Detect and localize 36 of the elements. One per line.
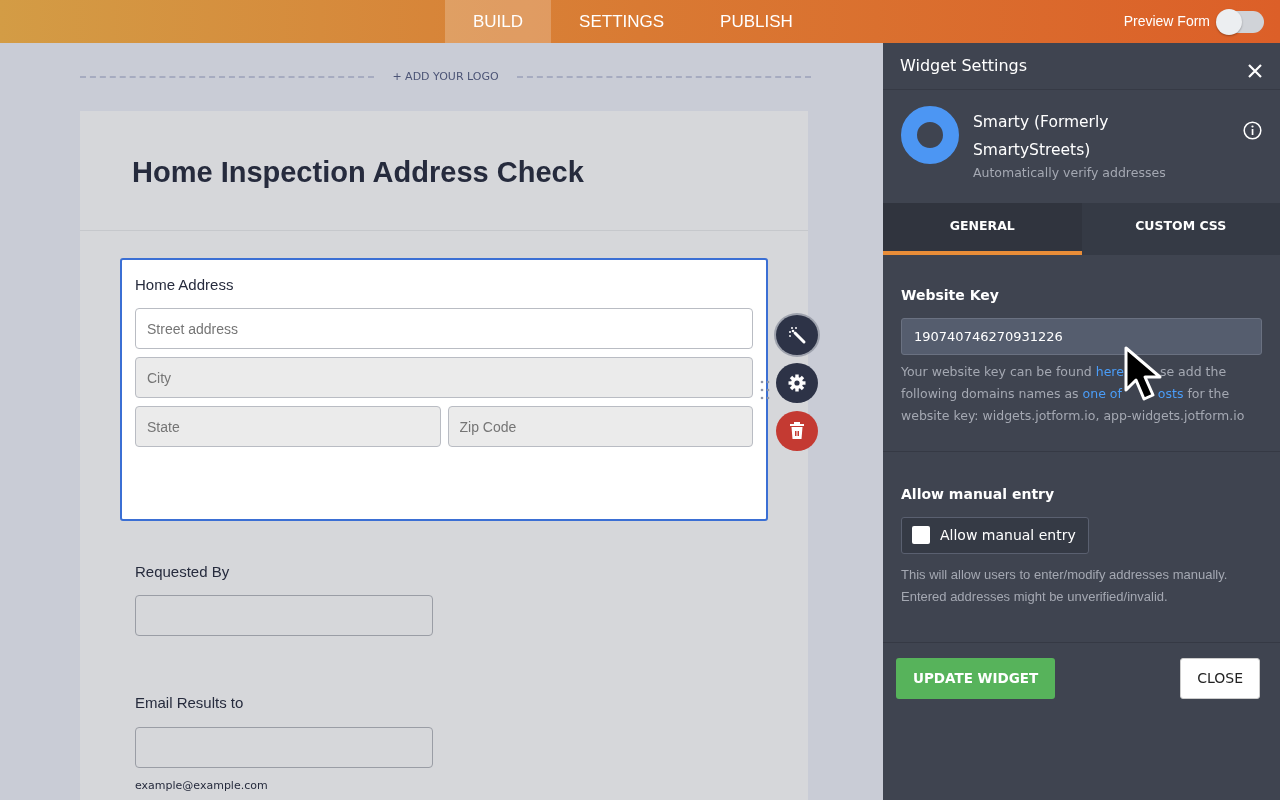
help-link[interactable]: here (1095, 363, 1124, 379)
magic-wand-button[interactable] (776, 314, 818, 355)
info-icon[interactable] (1243, 118, 1262, 137)
website-key-field[interactable]: 190740746270931226 (901, 317, 1262, 355)
form-title: Home Inspection Address Check (132, 155, 585, 190)
field-label: Email Results to (135, 693, 245, 714)
field-label: Website Key (901, 285, 1000, 305)
gear-icon (787, 372, 807, 393)
preview-label: Preview Form (1123, 12, 1210, 31)
help-link[interactable]: one of (1082, 385, 1122, 401)
delete-button[interactable] (776, 410, 818, 451)
settings-button[interactable] (776, 362, 818, 403)
manual-entry-checkbox[interactable]: Allow manual entry (901, 516, 1089, 554)
ring-logo-icon (901, 106, 959, 164)
form-field[interactable]: Requested By (120, 544, 768, 653)
field-hint: example@example.com (135, 777, 269, 794)
form-field[interactable]: Email Results to example@example.com (120, 676, 768, 800)
text-input[interactable] (135, 595, 433, 637)
add-logo-link[interactable]: + ADD YOUR LOGO (392, 68, 499, 86)
field-label: Home Address (135, 274, 235, 295)
panel-tab[interactable]: CUSTOM CSS (1081, 202, 1280, 255)
help-text: Your website key can be found here se add the following domains names as one of osts for the website key: widgets.jotform.io, app-widgets.jotform.io (901, 360, 1262, 427)
section-title: Allow manual entry (901, 484, 1056, 504)
close-button[interactable]: CLOSE (1180, 657, 1260, 699)
help-text: This will allow users to enter/modify addresses manually. Entered addresses might be unverified/invalid. (901, 565, 1229, 606)
preview-toggle[interactable] (1218, 10, 1264, 33)
help-link[interactable]: osts (1157, 385, 1184, 401)
widget-name: Smarty (Formerly SmartyStreets) (973, 112, 1110, 161)
field-label: Requested By (135, 561, 231, 582)
panel-title: Widget Settings (900, 55, 1028, 77)
text-input[interactable] (135, 726, 433, 768)
panel-tab[interactable]: GENERAL (883, 202, 1082, 255)
magic-wand-icon (787, 324, 807, 345)
widget-description: Automatically verify addresses (973, 164, 1167, 182)
trash-icon (788, 420, 806, 441)
address-input[interactable]: Street address (135, 308, 753, 350)
